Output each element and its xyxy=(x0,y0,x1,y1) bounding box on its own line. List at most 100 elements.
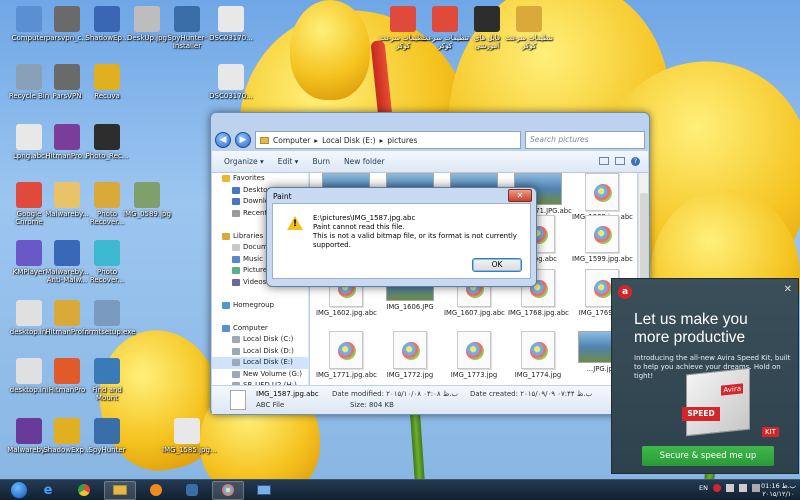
nav-item-icon xyxy=(232,186,240,194)
taskbar-media-player[interactable] xyxy=(140,481,172,500)
desktop-app-icon xyxy=(94,6,120,32)
desktop-icon[interactable]: IMG_0589.jpg xyxy=(122,182,172,218)
file-item[interactable]: IMG_1585.jpg.abc xyxy=(572,173,633,221)
view-options-icon[interactable] xyxy=(599,157,609,165)
address-bar[interactable]: Computer ▸ Local Disk (E:) ▸ pictures xyxy=(255,131,521,149)
details-filename: IMG_1587.jpg.abc xyxy=(256,390,319,398)
desktop-app-icon xyxy=(94,418,120,444)
desktop-app-icon xyxy=(54,240,80,266)
desktop-icon[interactable]: Photo Recover... xyxy=(82,240,132,284)
file-item[interactable]: IMG_1771.jpg.abc xyxy=(316,331,377,379)
nav-item[interactable]: Favorites xyxy=(212,173,308,185)
new-folder-button[interactable]: New folder xyxy=(344,157,385,166)
desktop-icon-label: DSC03170... xyxy=(209,34,253,42)
desktop-app-icon xyxy=(94,358,120,384)
paint-error-dialog: Paint ✕ ! E:\pictures\IMG_1587.jpg.abc P… xyxy=(266,187,537,287)
language-indicator[interactable]: EN xyxy=(699,484,708,492)
brush-icon xyxy=(594,280,612,298)
desktop-icon[interactable]: IMG_1585.jpg... xyxy=(162,418,217,454)
nav-item[interactable]: New Volume (G:) xyxy=(212,369,308,381)
desktop-icon[interactable]: fnrmtsetup.exe xyxy=(82,300,135,336)
taskbar-spyhunter[interactable] xyxy=(176,481,208,500)
paint-file-icon xyxy=(393,331,427,369)
desktop-icon[interactable]: Find and Mount xyxy=(82,358,132,402)
desktop-app-icon xyxy=(218,6,244,32)
desktop-icon[interactable]: SpyHunter xyxy=(82,418,132,454)
file-item[interactable]: IMG_1773.jpg xyxy=(444,331,504,379)
search-input[interactable]: Search pictures xyxy=(525,131,645,149)
dialog-line-2: This is not a valid bitmap file, or its … xyxy=(313,232,517,249)
avira-popup: a ✕ Let us make you more productive Intr… xyxy=(611,278,799,474)
organize-menu[interactable]: Organize ▾ xyxy=(224,157,264,166)
file-name: IMG_1602.jpg.abc xyxy=(316,309,377,317)
desktop-app-icon xyxy=(54,300,80,326)
desktop-app-icon xyxy=(16,358,42,384)
desktop-icon-label: تنظیمات سرعت کوکر xyxy=(505,34,553,50)
brush-icon xyxy=(402,342,420,360)
details-size: Size: 804 KB xyxy=(350,401,394,409)
desktop-app-icon xyxy=(134,6,160,32)
network-icon[interactable] xyxy=(726,484,734,492)
desktop-app-icon xyxy=(16,6,42,32)
desktop-app-icon xyxy=(54,418,80,444)
paint-file-icon xyxy=(457,331,491,369)
nav-item-icon xyxy=(232,198,240,206)
taskbar-paint[interactable] xyxy=(212,480,244,500)
file-item[interactable]: IMG_1774.jpg xyxy=(508,331,568,379)
desktop-app-icon xyxy=(390,6,416,32)
taskbar-explorer[interactable] xyxy=(104,480,136,500)
desktop-icon[interactable]: تنظیمات سرعت کوکر xyxy=(504,6,554,50)
taskbar: e EN ب.ظ 01:16 ۲۰۱۵/۱۲/۱۰ xyxy=(0,479,800,500)
secure-speed-button[interactable]: Secure & speed me up xyxy=(642,446,774,466)
desktop-icon[interactable]: DSC03170... xyxy=(206,64,256,100)
nav-item[interactable]: Computer xyxy=(212,323,308,335)
desktop-icon[interactable]: SpyHunter-Installer xyxy=(162,6,212,50)
nav-item[interactable]: Local Disk (D:) xyxy=(212,346,308,358)
taskbar-chrome[interactable] xyxy=(68,481,100,500)
file-name: IMG_1771.jpg.abc xyxy=(316,371,377,379)
paint-file-icon xyxy=(585,215,619,253)
ok-button[interactable]: OK xyxy=(472,258,522,272)
paint-file-icon xyxy=(329,331,363,369)
speed-label: SPEED xyxy=(682,407,720,421)
help-icon[interactable]: ? xyxy=(631,157,640,166)
desktop-app-icon xyxy=(432,6,458,32)
paint-file-icon xyxy=(585,173,619,211)
nav-item[interactable]: Local Disk (E:) xyxy=(212,357,308,369)
breadcrumb-disk-e[interactable]: Local Disk (E:) xyxy=(322,136,375,145)
nav-item-label: Homegroup xyxy=(233,300,275,309)
desktop-icon[interactable]: DSC03170... xyxy=(206,6,256,42)
nav-item-icon xyxy=(232,359,240,367)
avira-close-button[interactable]: ✕ xyxy=(784,284,792,295)
nav-item[interactable]: Local Disk (C:) xyxy=(212,334,308,346)
start-button[interactable] xyxy=(10,481,28,499)
chrome-icon xyxy=(78,484,90,496)
avira-tray-icon[interactable] xyxy=(713,484,721,492)
nav-item[interactable]: Homegroup xyxy=(212,300,308,312)
nav-item-icon xyxy=(232,336,240,344)
file-item[interactable]: IMG_1599.jpg.abc xyxy=(572,215,633,263)
flag-icon[interactable] xyxy=(752,484,760,492)
file-name: IMG_1599.jpg.abc xyxy=(572,255,633,263)
breadcrumb-computer[interactable]: Computer xyxy=(273,136,310,145)
brush-icon xyxy=(594,184,612,202)
dialog-close-button[interactable]: ✕ xyxy=(508,189,532,202)
volume-icon[interactable] xyxy=(739,484,747,492)
desktop-icon[interactable]: Recuva xyxy=(82,64,132,100)
nav-item-label: Libraries xyxy=(233,231,264,240)
back-button[interactable]: ◀ xyxy=(215,132,231,148)
clock[interactable]: ب.ظ 01:16 ۲۰۱۵/۱۲/۱۰ xyxy=(761,482,796,498)
burn-button[interactable]: Burn xyxy=(312,157,330,166)
file-item[interactable]: IMG_1772.jpg xyxy=(380,331,440,379)
taskbar-ie[interactable]: e xyxy=(32,481,64,500)
forward-button[interactable]: ▶ xyxy=(235,132,251,148)
selected-file-icon xyxy=(230,390,246,410)
desktop-icon[interactable]: Photo_Rec... xyxy=(82,124,132,160)
taskbar-computer[interactable] xyxy=(248,481,280,500)
breadcrumb-pictures[interactable]: pictures xyxy=(387,136,417,145)
edit-menu[interactable]: Edit ▾ xyxy=(278,157,299,166)
desktop-app-icon xyxy=(134,182,160,208)
preview-pane-icon[interactable] xyxy=(615,157,625,165)
details-created: Date created: ۲۰۱۵/۰۹/۰۹ ب.ظ ۰۷:۴۴ xyxy=(470,390,593,398)
